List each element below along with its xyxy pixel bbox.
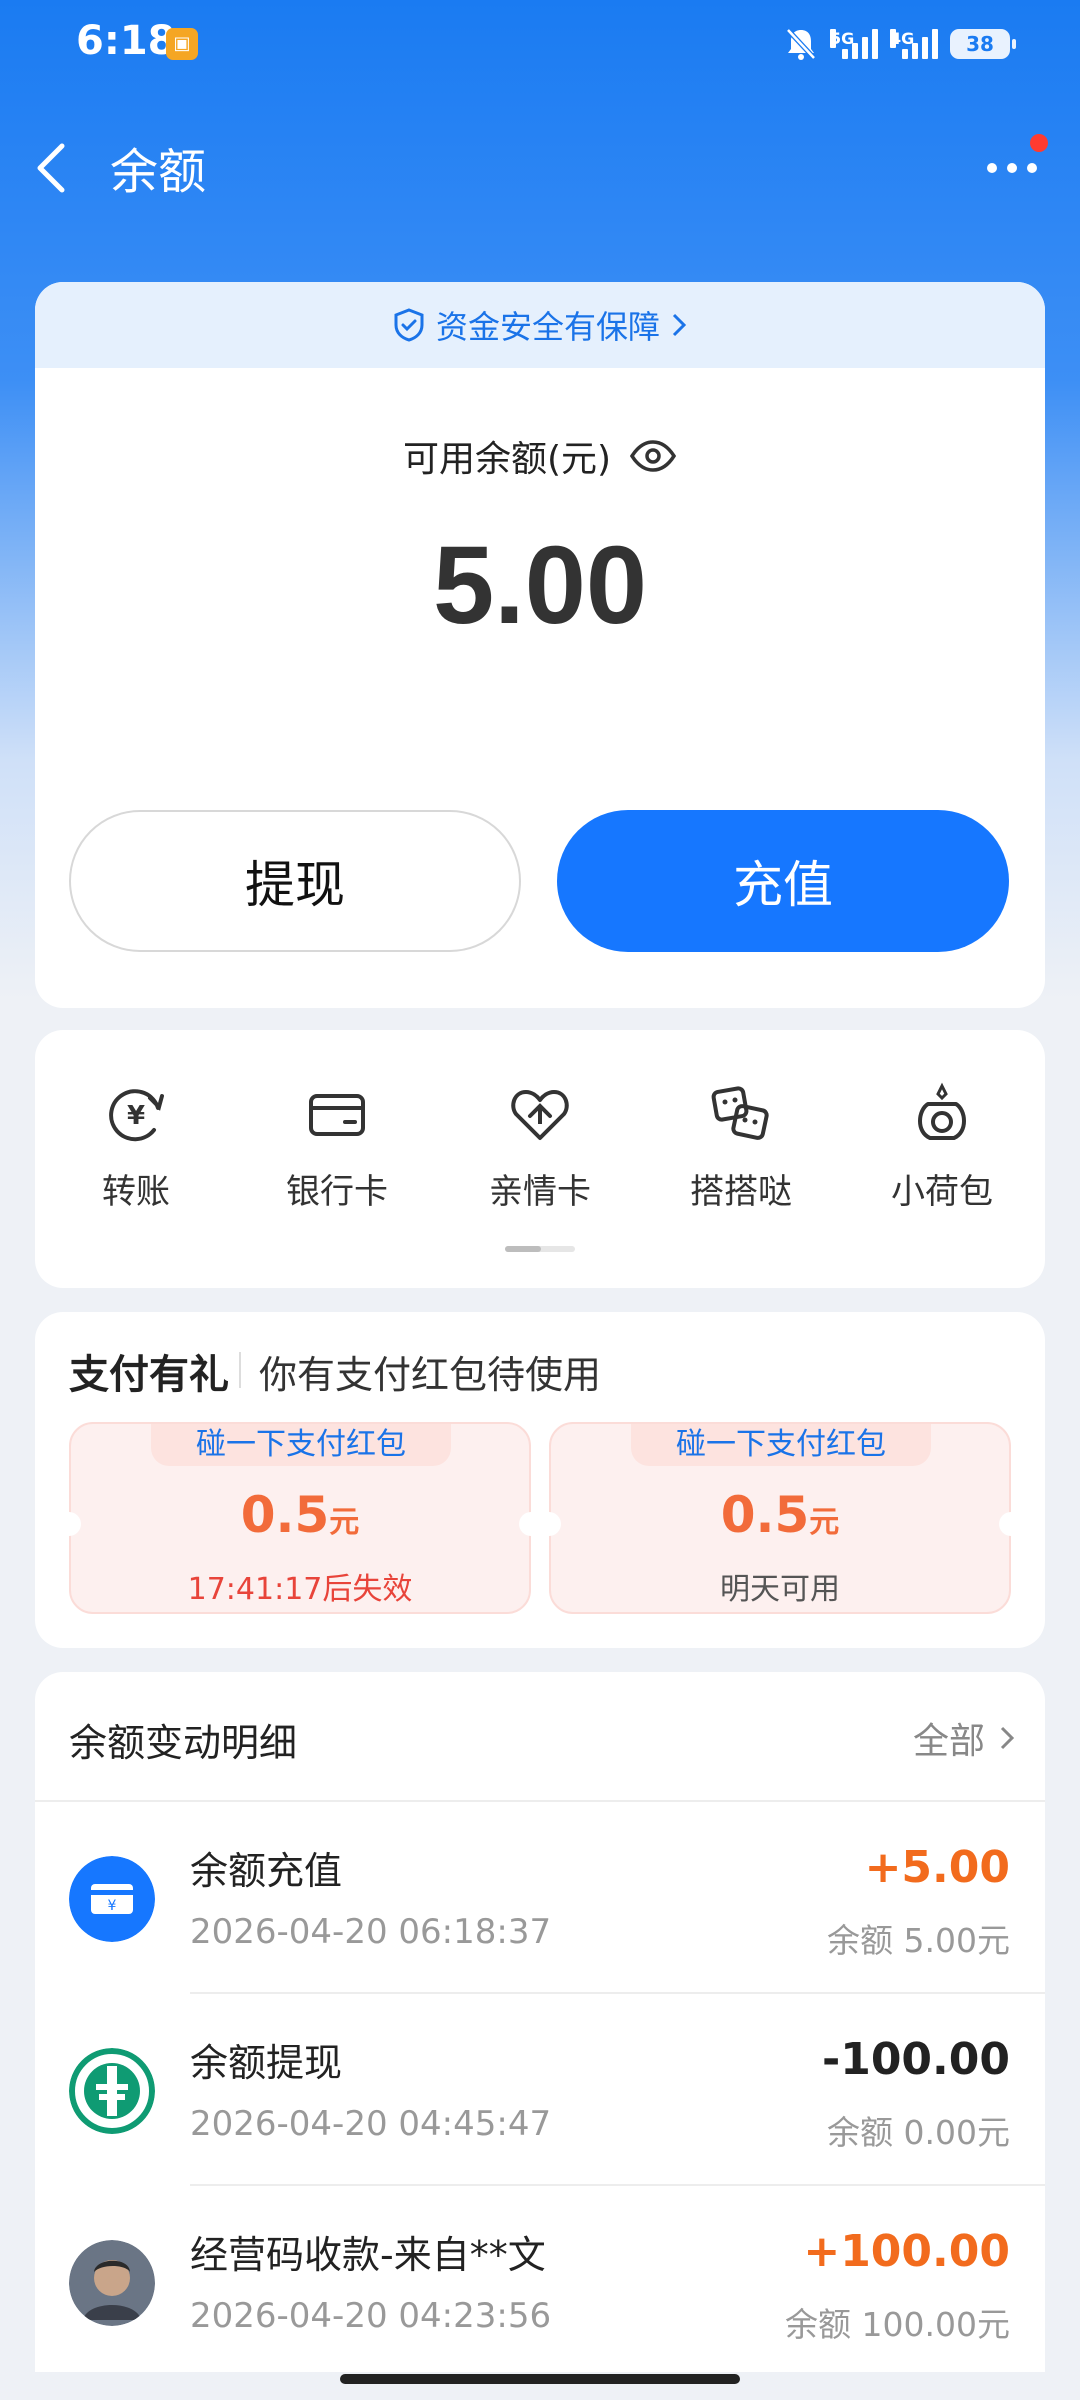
quick-action-dadada[interactable]: 搭搭哒 [651, 1082, 831, 1213]
quick-action-label: 亲情卡 [489, 1172, 591, 1212]
transaction-amount: +100.00 [803, 2226, 1010, 2277]
battery-icon: 38 [950, 29, 1016, 59]
transactions-header: 余额变动明细 [69, 1721, 298, 1765]
mute-bell-icon [786, 28, 816, 60]
coupon-amount: 0.5元 [720, 1486, 840, 1544]
coupon-tag: 碰一下支付红包 [631, 1424, 931, 1466]
transaction-amount: +5.00 [864, 1842, 1010, 1893]
transaction-balance: 余额 100.00元 [785, 2305, 1010, 2344]
coupon-card[interactable]: 碰一下支付红包 0.5元 17:41:17后失效 [69, 1422, 531, 1614]
promo-title: 支付有礼 [69, 1352, 229, 1398]
coupon-tag: 碰一下支付红包 [151, 1424, 451, 1466]
status-time: 6:18 [76, 18, 176, 64]
transaction-date: 2026-04-20 04:23:56 [190, 2296, 552, 2336]
bank-card-icon [309, 1094, 365, 1136]
recharge-card-icon: ¥ [69, 1856, 155, 1942]
purse-icon [918, 1082, 966, 1140]
transaction-title: 余额充值 [190, 1849, 343, 1893]
transaction-balance: 余额 5.00元 [827, 1921, 1010, 1960]
svg-text:¥: ¥ [108, 1898, 117, 1914]
transaction-row[interactable]: 余额提现 2026-04-20 04:45:47 -100.00 余额 0.00… [35, 1994, 1045, 2186]
notification-dot [1030, 134, 1048, 152]
balance-card: 资金安全有保障 可用余额(元) 5.00 提现 充值 [35, 282, 1045, 1008]
chevron-right-icon [672, 313, 687, 337]
balance-label: 可用余额(元) [402, 439, 612, 480]
transaction-amount: -100.00 [821, 2034, 1010, 2085]
app-notification-icon: ▣ [166, 28, 198, 60]
back-arrow-icon[interactable] [30, 138, 74, 198]
promo-card: 支付有礼 你有支付红包待使用 碰一下支付红包 0.5元 17:41:17后失效 … [35, 1312, 1045, 1648]
transaction-balance: 余额 0.00元 [827, 2113, 1010, 2152]
signal-5g-icon: 5G [830, 29, 878, 59]
promo-subtitle: 你有支付红包待使用 [259, 1353, 602, 1397]
quick-action-family-card[interactable]: 亲情卡 [450, 1082, 630, 1213]
coupon-expiry: 17:41:17后失效 [187, 1572, 413, 1607]
view-all-link[interactable]: 全部 [913, 1712, 1015, 1764]
withdraw-button[interactable]: 提现 [69, 810, 521, 952]
status-indicators: 5G 4G 38 [784, 22, 1016, 66]
security-text: 资金安全有保障 [435, 308, 660, 346]
quick-actions-card: ¥ 转账 银行卡 亲情卡 搭搭哒 小荷包 [35, 1030, 1045, 1288]
transfer-yen-icon: ¥ [109, 1089, 164, 1142]
quick-action-label: 搭搭哒 [690, 1172, 792, 1212]
transaction-row[interactable]: 经营码收款-来自**文 2026-04-20 04:23:56 +100.00 … [35, 2186, 1045, 2372]
shield-check-icon [394, 308, 424, 342]
chevron-right-icon [1000, 1726, 1015, 1750]
transaction-date: 2026-04-20 06:18:37 [190, 1912, 552, 1952]
balance-amount: 5.00 [432, 524, 648, 647]
eye-icon[interactable] [629, 439, 677, 473]
pager-indicator [505, 1246, 575, 1252]
transaction-row[interactable]: ¥ 余额充值 2026-04-20 06:18:37 +5.00 余额 5.00… [35, 1802, 1045, 1994]
transaction-title: 余额提现 [190, 2041, 343, 2085]
svg-text:¥: ¥ [127, 1101, 145, 1131]
quick-action-purse[interactable]: 小荷包 [852, 1082, 1032, 1213]
signal-4g-icon: 4G [890, 29, 938, 59]
coupon-amount: 0.5元 [240, 1486, 360, 1544]
transaction-date: 2026-04-20 04:45:47 [190, 2104, 552, 2144]
user-avatar [69, 2240, 155, 2326]
quick-action-transfer[interactable]: ¥ 转账 [46, 1082, 226, 1213]
quick-action-label: 银行卡 [286, 1172, 388, 1212]
transactions-card: 余额变动明细 全部 ¥ 余额充值 2026-04-20 06:18:37 +5.… [35, 1672, 1045, 2372]
abc-bank-logo-icon [69, 2048, 155, 2134]
security-banner[interactable]: 资金安全有保障 [35, 282, 1045, 368]
coupon-availability: 明天可用 [720, 1572, 840, 1607]
recharge-button[interactable]: 充值 [557, 810, 1009, 952]
family-card-icon [511, 1090, 569, 1140]
transaction-title: 经营码收款-来自**文 [190, 2233, 546, 2277]
divider [239, 1352, 241, 1388]
quick-action-label: 转账 [102, 1172, 170, 1212]
quick-action-label: 小荷包 [891, 1172, 993, 1212]
coupon-card[interactable]: 碰一下支付红包 0.5元 明天可用 [549, 1422, 1011, 1614]
home-indicator[interactable] [340, 2374, 740, 2384]
dadada-icon [711, 1086, 769, 1140]
quick-action-bank-card[interactable]: 银行卡 [247, 1082, 427, 1213]
page-title: 余额 [110, 144, 207, 200]
